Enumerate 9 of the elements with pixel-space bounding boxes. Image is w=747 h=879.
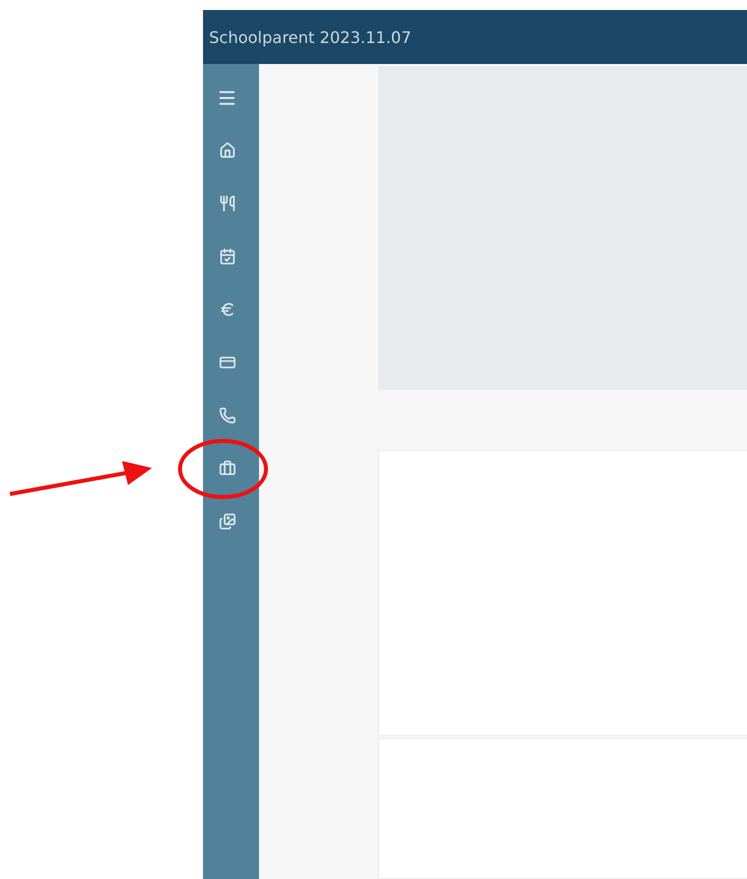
utensils-icon[interactable] bbox=[218, 195, 236, 212]
home-icon[interactable] bbox=[218, 142, 236, 159]
phone-icon[interactable] bbox=[218, 407, 236, 424]
window-title: Schoolparent 2023.11.07 bbox=[209, 28, 412, 46]
credit-card-icon[interactable] bbox=[218, 354, 236, 371]
images-icon[interactable] bbox=[218, 513, 236, 530]
calendar-icon[interactable] bbox=[218, 248, 236, 265]
euro-icon[interactable] bbox=[218, 301, 236, 318]
briefcase-icon[interactable] bbox=[218, 460, 236, 477]
